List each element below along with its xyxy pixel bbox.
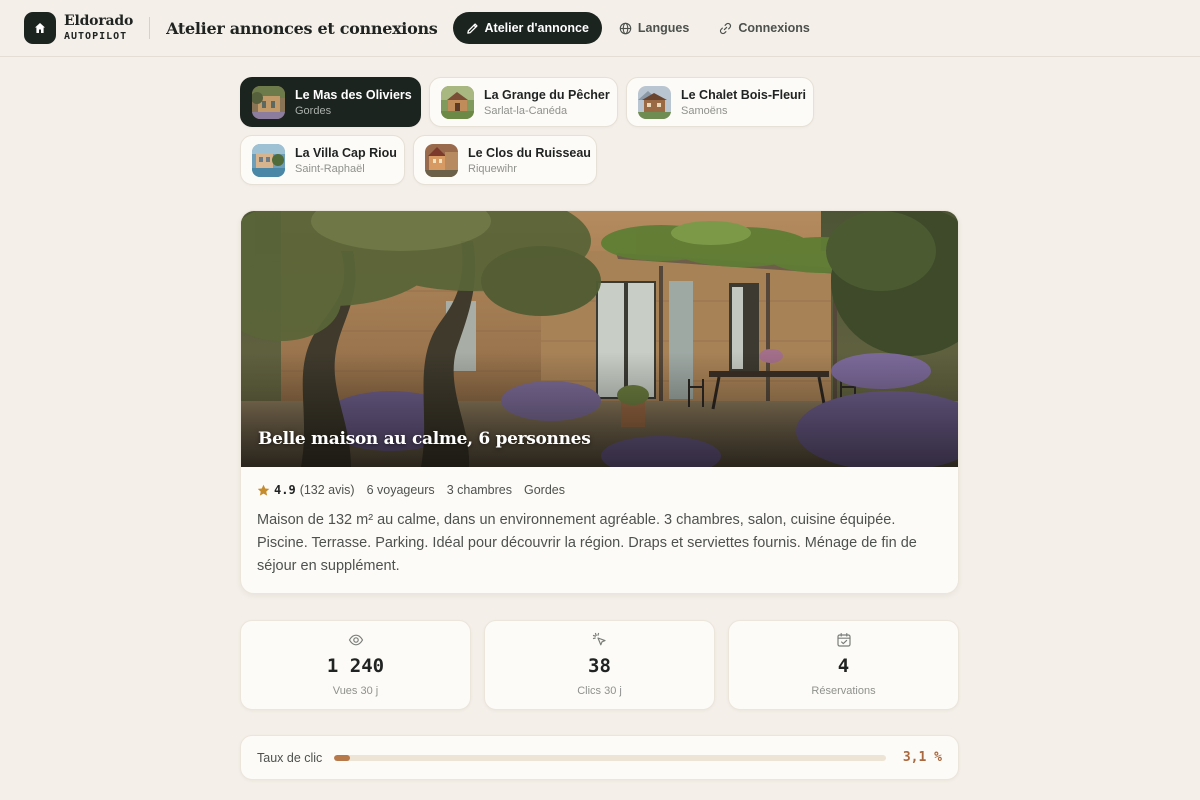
ctr-value: 3,1 %: [902, 750, 942, 765]
property-thumbnail: [252, 85, 285, 119]
nav-tab-atelier[interactable]: Atelier d'annonce: [452, 12, 602, 44]
stat-card-views: 1 240 Vues 30 j: [240, 620, 471, 710]
stat-label: Clics 30 j: [577, 685, 622, 697]
stat-value: 1 240: [326, 655, 385, 677]
ctr-card: Taux de clic 3,1 %: [240, 735, 959, 780]
star-icon: [257, 484, 270, 496]
property-chip-grange-du-pecher[interactable]: La Grange du Pêcher Sarlat-la-Canéda: [429, 77, 618, 127]
ctr-progress-track: [334, 754, 887, 761]
listing-reviews: (132 avis): [299, 483, 355, 497]
home-logo-button[interactable]: [24, 12, 56, 44]
nav-tab-langues[interactable]: Langues: [606, 12, 702, 44]
listing-guests: 6 voyageurs: [366, 483, 435, 497]
listing-card: Belle maison au calme, 6 personnes 4.9 (…: [240, 210, 959, 594]
property-name: Le Chalet Bois-Fleuri: [681, 87, 807, 102]
property-name: Le Mas des Oliviers: [295, 87, 412, 102]
cursor-click-icon: [592, 632, 606, 646]
property-name: La Grange du Pêcher: [484, 87, 610, 102]
ctr-progress-fill: [334, 754, 351, 761]
property-chip-chalet-bois-fleuri[interactable]: Le Chalet Bois-Fleuri Samoëns: [626, 77, 814, 127]
property-location: Saint-Raphaël: [295, 162, 365, 175]
listing-location: Gordes: [524, 483, 565, 497]
header-divider: [149, 17, 151, 39]
brand-name: Eldorado: [64, 13, 134, 29]
nav-tab-label: Atelier d'annonce: [484, 21, 589, 35]
property-name: Le Clos du Ruisseau: [468, 145, 591, 160]
nav-tab-label: Langues: [637, 21, 690, 35]
nav-tab-label: Connexions: [738, 21, 810, 35]
link-icon: [720, 22, 732, 34]
stat-label: Vues 30 j: [332, 685, 379, 697]
stat-value: 38: [588, 655, 611, 677]
property-location: Riquewihr: [468, 162, 517, 175]
brand-subtitle: AUTOPILOT: [64, 31, 128, 42]
eye-icon: [348, 634, 363, 646]
nav-tab-connexions[interactable]: Connexions: [706, 12, 823, 44]
stat-label: Réservations: [811, 685, 876, 697]
listing-rating: 4.9: [274, 483, 296, 497]
main-nav: Atelier d'annonce Langues Connexions: [452, 12, 823, 44]
pencil-icon: [466, 22, 478, 34]
house-icon: [35, 23, 45, 33]
property-location: Sarlat-la-Canéda: [484, 104, 568, 117]
listing-bedrooms: 3 chambres: [446, 483, 512, 497]
property-chip-clos-du-ruisseau[interactable]: Le Clos du Ruisseau Riquewihr: [413, 135, 597, 185]
property-chip-mas-des-oliviers[interactable]: Le Mas des Oliviers Gordes: [240, 77, 421, 127]
page-title: Atelier annonces et connexions: [166, 18, 438, 38]
property-name: La Villa Cap Riou: [295, 145, 397, 160]
listing-description: Maison de 132 m² au calme, dans un envir…: [257, 512, 917, 574]
property-thumbnail: [441, 85, 474, 119]
top-bar: Eldorado AUTOPILOT Atelier annonces et c…: [0, 0, 1200, 57]
property-location: Gordes: [295, 104, 332, 117]
property-thumbnail: [638, 85, 671, 119]
stat-card-reservations: 4 Réservations: [728, 620, 959, 710]
listing-hero: Belle maison au calme, 6 personnes: [241, 211, 958, 467]
stat-card-clicks: 38 Clics 30 j: [484, 620, 715, 710]
brand: Eldorado AUTOPILOT: [64, 14, 133, 42]
listing-title: Belle maison au calme, 6 personnes: [258, 429, 591, 449]
ctr-label: Taux de clic: [257, 750, 323, 765]
property-thumbnail: [425, 143, 458, 177]
property-location: Samoëns: [681, 104, 728, 117]
stat-value: 4: [837, 655, 850, 677]
property-chip-villa-cap-riou[interactable]: La Villa Cap Riou Saint-Raphaël: [240, 135, 405, 185]
listing-meta: 4.9 (132 avis) 6 voyageurs 3 chambres Go…: [257, 483, 565, 497]
property-thumbnail: [252, 143, 285, 177]
calendar-check-icon: [836, 633, 851, 647]
globe-icon: [619, 22, 632, 34]
